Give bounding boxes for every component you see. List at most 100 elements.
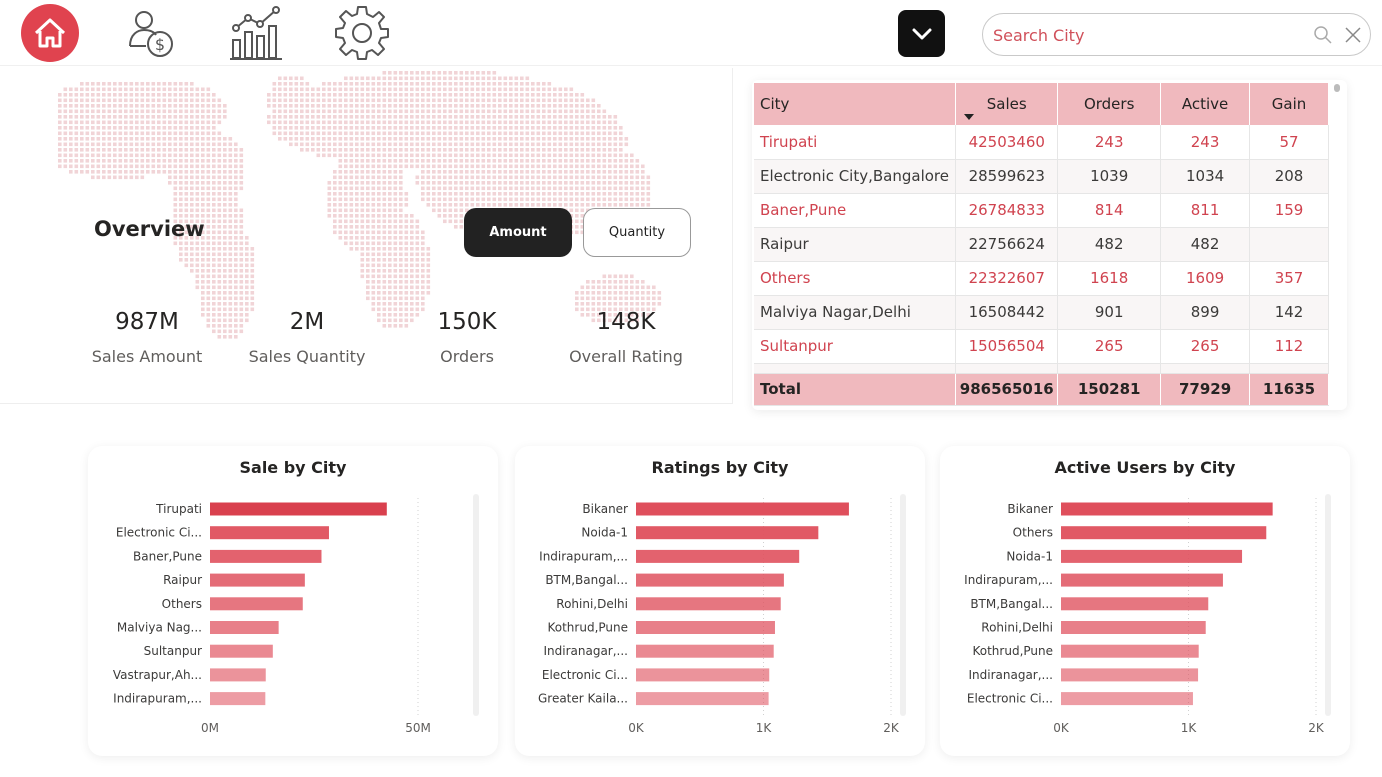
bar[interactable] [210,597,303,611]
chart-scrollbar[interactable] [900,494,906,716]
search-icon[interactable] [1313,25,1333,45]
cell-sales: 42503460 [955,125,1059,160]
quantity-toggle-button[interactable]: Quantity [583,208,691,257]
bar[interactable] [1061,644,1199,658]
cell-active: 1034 [1160,159,1251,194]
clear-search-icon[interactable] [1343,25,1363,45]
x-tick-label: 50M [405,721,431,735]
bar[interactable] [636,597,781,611]
bar[interactable] [210,692,266,706]
kpi-sales-amount: 987M Sales Amount [77,309,217,366]
cell-sales: 22322607 [955,261,1059,296]
cell-gain: 208 [1249,159,1329,194]
bar[interactable] [1061,502,1273,516]
y-category-label: Bikaner [1007,502,1053,516]
y-category-label: Electronic Ci... [967,692,1053,706]
column-header-orders[interactable]: Orders [1057,83,1162,125]
bar[interactable] [1061,692,1193,706]
bar[interactable] [210,549,322,563]
top-nav-bar: $ [0,0,1382,66]
column-header-sales[interactable]: Sales [955,83,1059,125]
bar[interactable] [636,549,800,563]
x-tick-label: 0K [1053,721,1070,735]
y-category-label: Sultanpur [144,644,202,658]
analytics-nav-button[interactable] [228,4,286,62]
bar-chart-svg: 0M 50M Tirupati Electronic Ci... Baner,Pune R… [113,498,431,735]
search-input[interactable] [993,22,1293,48]
bar[interactable] [210,644,273,658]
y-category-label: BTM,Bangal... [970,597,1053,611]
chart-scrollbar[interactable] [1325,494,1331,716]
bar[interactable] [636,668,770,682]
table-scrollbar[interactable] [1334,84,1340,92]
ratings-by-city-chart: Ratings by City 0K 1K 2K Bikaner Noida-1 Indi… [515,446,925,756]
sale-by-city-chart: Sale by City 0M 50M Tirupati Electronic Ci.… [88,446,498,756]
y-category-label: Baner,Pune [133,549,202,563]
growth-chart-icon [230,6,282,60]
amount-toggle-button[interactable]: Amount [464,208,572,257]
y-category-label: Bikaner [582,502,628,516]
cell-orders: 901 [1057,295,1162,330]
bar[interactable] [210,526,329,540]
y-category-label: Rohini,Delhi [981,621,1053,635]
bar[interactable] [1061,573,1223,587]
table-row[interactable]: Others 22322607 1618 1609 357 [754,261,1329,296]
table-row[interactable]: Sultanpur 15056504 265 265 112 [754,329,1329,364]
cell-total-orders: 150281 [1057,373,1162,406]
settings-nav-button[interactable] [333,4,391,62]
bar[interactable] [1061,621,1206,634]
map-dots [58,71,662,339]
table-row[interactable]: Malviya Nagar,Delhi 16508442 901 899 142 [754,295,1329,330]
menu-dropdown-button[interactable] [898,10,945,57]
cell-sales: 28599623 [955,159,1059,194]
bar[interactable] [636,573,784,587]
bar[interactable] [210,621,279,634]
bar[interactable] [1061,668,1199,682]
settings-gear-icon [335,6,389,60]
bar[interactable] [210,668,266,682]
bar[interactable] [636,526,819,540]
table-row[interactable]: Raipur 22756624 482 482 [754,227,1329,262]
bar[interactable] [210,502,387,516]
y-category-label: Vastrapur,Ah... [113,668,202,682]
bar[interactable] [1061,526,1267,540]
kpi-value: 150K [437,309,497,335]
table-row[interactable]: Tirupati 42503460 243 243 57 [754,125,1329,160]
table-row[interactable]: Electronic City,Bangalore 28599623 1039 … [754,159,1329,194]
bar[interactable] [1061,549,1243,563]
bar[interactable] [210,573,305,587]
table-row[interactable]: Baner,Pune 26784833 814 811 159 [754,193,1329,228]
cell-total-active: 77929 [1160,373,1251,406]
cell-active: 482 [1160,227,1251,262]
city-sales-table: City Sales Orders Active Gain Tirupati 4… [754,83,1329,406]
y-category-label: Indirapuram,... [964,573,1053,587]
kpi-orders: 150K Orders [397,309,537,366]
overview-card: Overview Amount Quantity 987M Sales Amou… [0,68,733,404]
kpi-label: Sales Amount [91,347,203,366]
bar[interactable] [636,692,769,706]
column-header-city[interactable]: City [754,83,957,125]
column-header-active[interactable]: Active [1160,83,1251,125]
cell-sales: 26784833 [955,193,1059,228]
bar[interactable] [1061,597,1209,611]
chart-scrollbar[interactable] [473,494,479,716]
active-users-by-city-chart: Active Users by City 0K 1K 2K Bikaner Others… [940,446,1350,756]
bar[interactable] [636,644,774,658]
home-button[interactable] [21,4,79,62]
y-category-label: Others [162,597,202,611]
cell-active: 811 [1160,193,1251,228]
cell-gain: 112 [1249,329,1329,364]
city-table-card: City Sales Orders Active Gain Tirupati 4… [752,80,1347,410]
bar[interactable] [636,502,849,516]
x-tick-label: 1K [1181,721,1198,735]
y-category-label: Tirupati [155,502,202,516]
bar[interactable] [636,621,775,634]
cell-gain: 159 [1249,193,1329,228]
column-header-gain[interactable]: Gain [1249,83,1329,125]
bar-chart-svg: 0K 1K 2K Bikaner Others Noida-1 Indirapuram,..… [964,498,1325,735]
cell-sales: 15056504 [955,329,1059,364]
cell-city: Electronic City,Bangalore [754,159,957,194]
cell-sales: 22756624 [955,227,1059,262]
y-category-label: Indirapuram,... [539,549,628,563]
sales-nav-button[interactable]: $ [122,4,180,62]
